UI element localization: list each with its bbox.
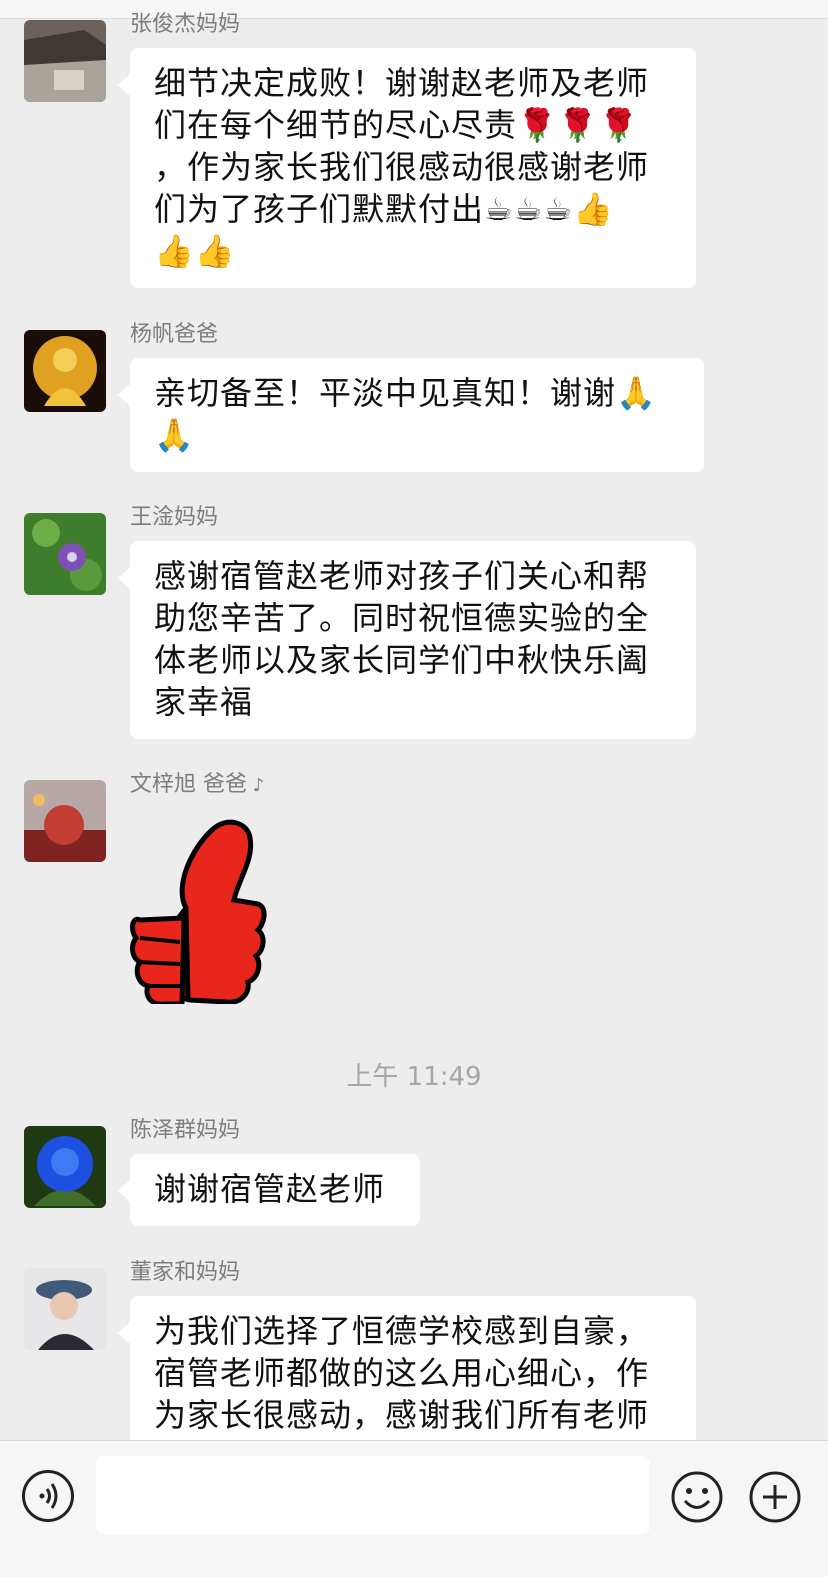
message-bubble[interactable]: 亲切备至！平淡中见真知！谢谢🙏 🙏 xyxy=(118,358,704,472)
sender-name: 文梓旭 爸爸 ♪ xyxy=(130,772,265,797)
avatar[interactable] xyxy=(24,1268,106,1350)
message-text: 家幸福 xyxy=(154,683,254,721)
message-text: ，作为家长我们很感动很感谢老师 xyxy=(154,148,650,186)
message-text: 助您辛苦了。同时祝恒德实验的全 xyxy=(154,599,650,637)
sender-name: 陈泽群妈妈 xyxy=(130,1118,241,1143)
sender-name: 杨帆爸爸 xyxy=(130,322,219,347)
message-text: 感谢宿管赵老师对孩子们关心和帮 xyxy=(154,557,650,595)
avatar[interactable] xyxy=(24,780,106,862)
avatar[interactable] xyxy=(24,20,106,102)
thumbs-up-sticker[interactable] xyxy=(130,808,268,1007)
avatar[interactable] xyxy=(24,513,106,595)
message-bubble[interactable]: 谢谢宿管赵老师 xyxy=(118,1154,420,1226)
message-input[interactable] xyxy=(96,1456,650,1534)
emoji-icon[interactable] xyxy=(670,1470,724,1524)
message-bubble[interactable]: 感谢宿管赵老师对孩子们关心和帮 助您辛苦了。同时祝恒德实验的全 体老师以及家长同… xyxy=(118,541,696,739)
message-text: 为家长很感动，感谢我们所有老师 xyxy=(154,1396,650,1434)
message-text: 亲切备至！平淡中见真知！谢谢🙏 xyxy=(154,374,657,412)
avatar[interactable] xyxy=(24,330,106,412)
message-text: 细节决定成败！谢谢赵老师及老师 xyxy=(154,64,650,102)
sender-name: 王淦妈妈 xyxy=(130,505,219,530)
message-text: 们在每个细节的尽心尽责🌹🌹🌹 xyxy=(154,106,640,144)
message-text: 宿管老师都做的这么用心细心，作 xyxy=(154,1354,650,1392)
timestamp: 上午 11:49 xyxy=(346,1062,482,1092)
message-text: 🙏 xyxy=(154,416,195,454)
voice-icon[interactable] xyxy=(22,1470,74,1522)
message-text: 谢谢宿管赵老师 xyxy=(154,1170,386,1208)
message-text: 体老师以及家长同学们中秋快乐阖 xyxy=(154,641,650,679)
message-text: 们为了孩子们默默付出☕☕☕👍 xyxy=(154,190,614,228)
sender-name: 董家和妈妈 xyxy=(130,1260,241,1285)
plus-icon[interactable] xyxy=(748,1470,802,1524)
avatar[interactable] xyxy=(24,1126,106,1208)
message-bubble[interactable]: 为我们选择了恒德学校感到自豪， 宿管老师都做的这么用心细心，作 为家长很感动，感… xyxy=(118,1296,696,1456)
message-text: 👍👍 xyxy=(154,232,236,270)
top-status-line xyxy=(0,0,828,19)
message-text: 为我们选择了恒德学校感到自豪， xyxy=(154,1312,650,1350)
message-bubble[interactable]: 细节决定成败！谢谢赵老师及老师 们在每个细节的尽心尽责🌹🌹🌹 ，作为家长我们很感… xyxy=(118,48,696,288)
sender-name: 张俊杰妈妈 xyxy=(130,12,241,37)
music-note-icon: ♪ xyxy=(247,775,265,796)
